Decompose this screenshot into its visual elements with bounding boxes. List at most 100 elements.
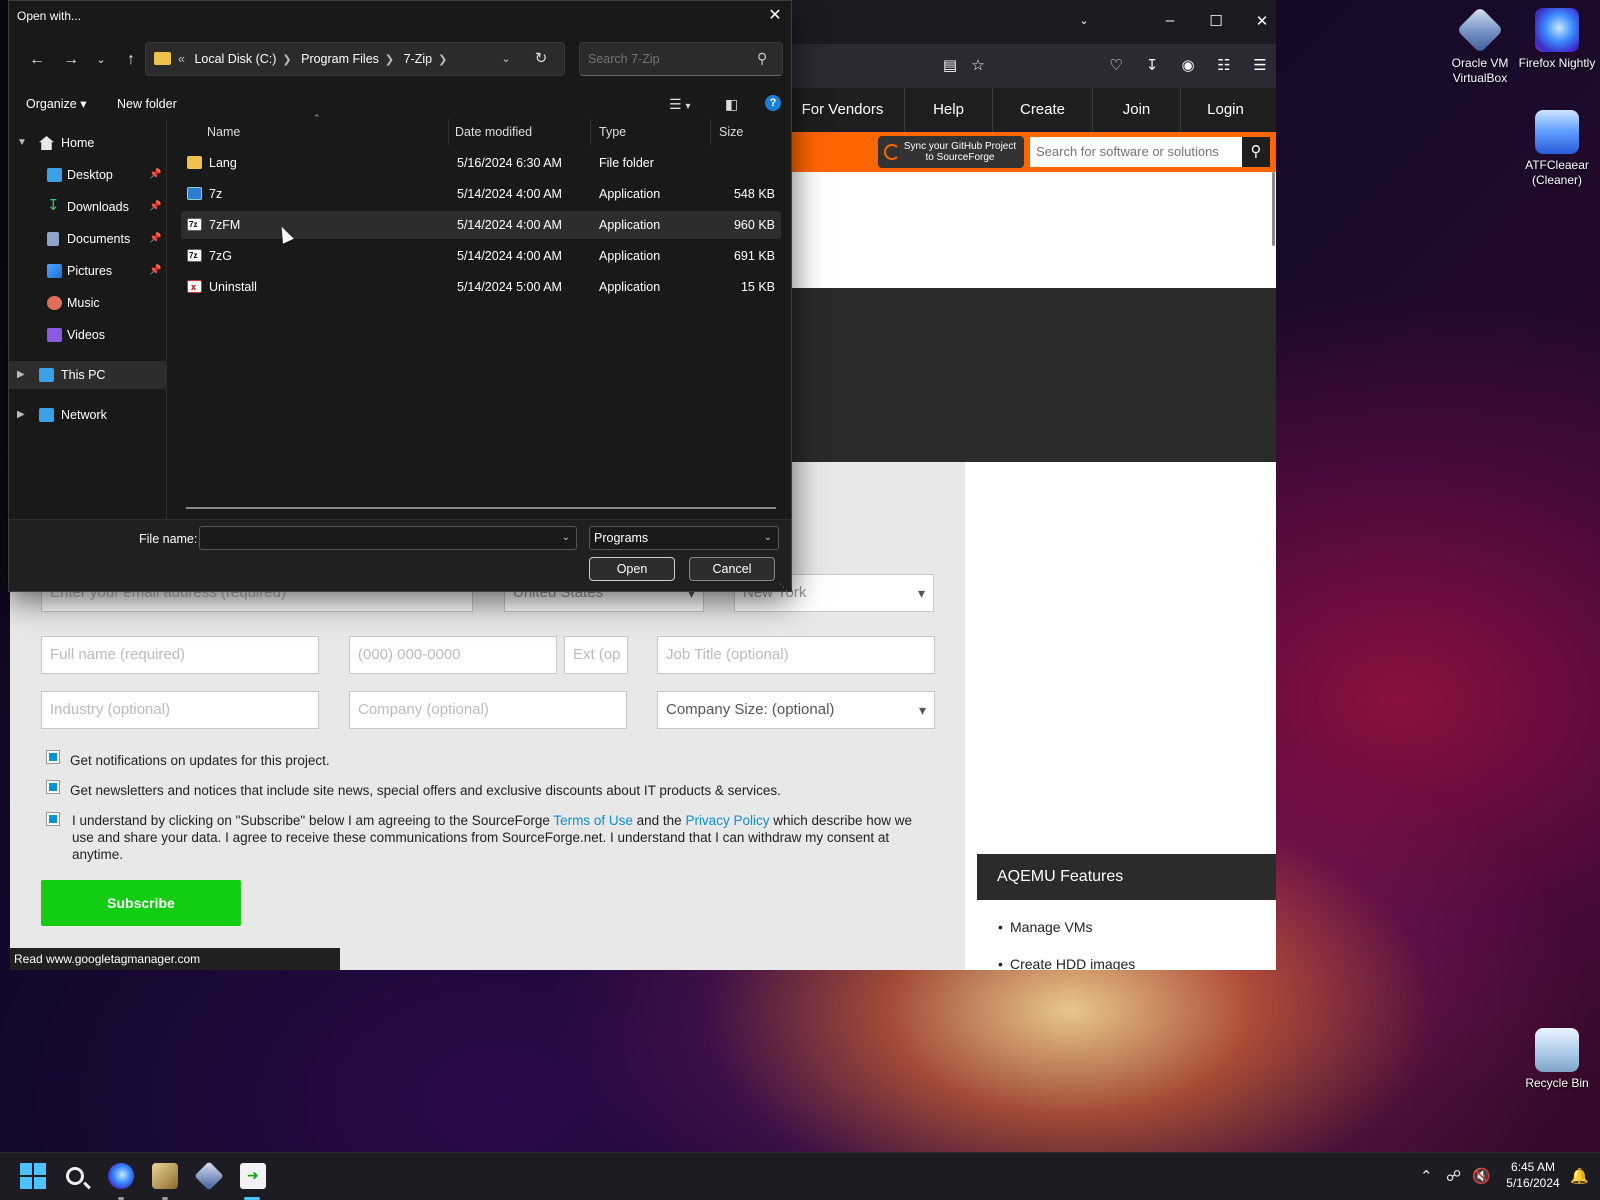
resize-grip-icon[interactable]: ⋱ xyxy=(779,582,788,591)
table-row[interactable]: 7zFM 5/14/2024 4:00 AM Application 960 K… xyxy=(181,211,781,239)
nav-help[interactable]: Help xyxy=(904,88,992,132)
chevron-up-icon[interactable]: ⌃ xyxy=(1420,1167,1433,1185)
fullname-field[interactable]: Full name (required) xyxy=(41,636,319,674)
nav-for-vendors[interactable]: For Vendors xyxy=(780,88,904,132)
desktop-icon-atfcleaner[interactable]: ATFCleaear (Cleaner) xyxy=(1517,110,1597,188)
search-input[interactable] xyxy=(579,42,783,76)
privacy-policy-link[interactable]: Privacy Policy xyxy=(685,813,769,828)
chevron-right-icon[interactable]: ❯ xyxy=(438,54,447,66)
phone-field[interactable]: (000) 000-0000 xyxy=(349,636,557,674)
table-row[interactable]: Lang 5/16/2024 6:30 AM File folder xyxy=(181,149,781,177)
nav-documents[interactable]: Documents 📌 xyxy=(9,225,167,253)
back-arrow-icon[interactable]: ← xyxy=(25,49,49,71)
company-size-select[interactable]: Company Size: (optional) xyxy=(657,691,935,729)
breadcrumb-overflow[interactable]: « xyxy=(178,52,185,66)
search-icon[interactable] xyxy=(66,1167,84,1185)
desktop-icon-virtualbox[interactable]: Oracle VM VirtualBox xyxy=(1440,6,1520,86)
refresh-icon[interactable]: ↻ xyxy=(526,43,556,75)
pin-icon[interactable]: 📌 xyxy=(149,257,161,285)
sync-github-button[interactable]: Sync your GitHub Project to SourceForge xyxy=(878,136,1024,168)
nav-desktop[interactable]: Desktop 📌 xyxy=(9,161,167,189)
nav-network[interactable]: ▶ Network xyxy=(9,401,167,429)
subscribe-button[interactable]: Subscribe xyxy=(41,880,241,926)
volume-muted-icon[interactable]: 🔇 xyxy=(1472,1167,1491,1185)
column-header-name[interactable]: Name xyxy=(195,119,449,145)
nav-this-pc[interactable]: ▶ This PC xyxy=(9,361,167,389)
chevron-right-icon[interactable]: ▶ xyxy=(17,361,25,389)
page-scrollbar[interactable] xyxy=(1272,172,1275,246)
account-icon[interactable]: ◉ xyxy=(1178,56,1198,74)
newsletters-checkbox[interactable] xyxy=(46,780,60,794)
organize-button[interactable]: Organize ▾ xyxy=(26,93,86,115)
preview-pane-icon[interactable]: ◧ xyxy=(725,93,738,115)
close-icon[interactable]: ✕ xyxy=(1252,12,1272,30)
chevron-down-icon[interactable]: ⌄ xyxy=(496,43,516,75)
chevron-right-icon[interactable]: ❯ xyxy=(385,54,394,66)
nav-downloads[interactable]: ↧ Downloads 📌 xyxy=(9,193,167,221)
close-icon[interactable]: ✕ xyxy=(763,5,787,29)
network-icon[interactable]: ☍ xyxy=(1446,1167,1461,1185)
job-title-field[interactable]: Job Title (optional) xyxy=(657,636,935,674)
chevron-down-icon[interactable]: ▼ xyxy=(17,129,27,157)
column-header-size[interactable]: Size xyxy=(709,119,785,145)
nav-join[interactable]: Join xyxy=(1092,88,1180,132)
chevron-down-icon[interactable]: ⌄ xyxy=(764,527,772,549)
column-header-type[interactable]: Type xyxy=(589,119,711,145)
color-picker-icon[interactable] xyxy=(152,1163,178,1189)
nav-pictures[interactable]: Pictures 📌 xyxy=(9,257,167,285)
recent-locations-icon[interactable]: ⌄ xyxy=(89,49,113,71)
breadcrumb-program-files[interactable]: Program Files xyxy=(301,52,379,66)
virtualbox-icon[interactable] xyxy=(194,1161,224,1191)
nav-videos[interactable]: Videos xyxy=(9,321,167,349)
clock[interactable]: 6:45 AM 5/16/2024 xyxy=(1500,1159,1566,1191)
pin-icon[interactable]: 📌 xyxy=(149,225,161,253)
nav-create[interactable]: Create xyxy=(992,88,1092,132)
consent-checkbox[interactable] xyxy=(46,812,60,826)
table-row[interactable]: 7zG 5/14/2024 4:00 AM Application 691 KB xyxy=(181,242,781,270)
chevron-down-icon[interactable]: ⌄ xyxy=(562,527,570,549)
help-icon[interactable]: ? xyxy=(765,95,781,111)
forward-arrow-icon[interactable]: → xyxy=(59,49,83,71)
table-row[interactable]: Uninstall 5/14/2024 5:00 AM Application … xyxy=(181,273,781,301)
view-options-icon[interactable]: ☰ ▾ xyxy=(669,93,690,115)
pin-icon[interactable]: 📌 xyxy=(149,161,161,189)
search-icon[interactable]: ⚲ xyxy=(757,50,767,67)
menu-icon[interactable]: ☰ xyxy=(1250,56,1270,74)
open-button[interactable]: Open xyxy=(589,557,675,581)
table-row[interactable]: 7z 5/14/2024 4:00 AM Application 548 KB xyxy=(181,180,781,208)
downloads-icon[interactable]: ↧ xyxy=(1142,56,1162,74)
site-search-input[interactable] xyxy=(1030,137,1242,167)
chevron-right-icon[interactable]: ❯ xyxy=(282,54,291,66)
search-icon[interactable]: ⚲ xyxy=(1242,137,1270,167)
start-icon[interactable] xyxy=(20,1163,46,1189)
firefox-icon[interactable] xyxy=(108,1163,134,1189)
breadcrumb-local-disk[interactable]: Local Disk (C:) xyxy=(194,52,276,66)
tab-list-icon[interactable]: ⌄ xyxy=(1074,14,1094,27)
nav-music[interactable]: Music xyxy=(9,289,167,317)
up-arrow-icon[interactable]: ↑ xyxy=(119,49,143,71)
nav-home[interactable]: ▼ Home xyxy=(9,129,167,157)
pocket-icon[interactable]: ♡ xyxy=(1106,56,1126,74)
company-field[interactable]: Company (optional) xyxy=(349,691,627,729)
address-bar[interactable]: « Local Disk (C:) ❯ Program Files ❯ 7-Zip ❯… xyxy=(145,42,565,76)
notifications-checkbox[interactable] xyxy=(46,750,60,764)
desktop-icon-recycle-bin[interactable]: Recycle Bin xyxy=(1517,1028,1597,1091)
bookmark-star-icon[interactable]: ☆ xyxy=(968,56,988,74)
nav-login[interactable]: Login xyxy=(1180,88,1270,132)
minimize-icon[interactable]: – xyxy=(1160,12,1180,29)
column-header-date[interactable]: Date modified xyxy=(445,119,591,145)
new-folder-button[interactable]: New folder xyxy=(117,93,177,115)
maximize-icon[interactable]: ☐ xyxy=(1206,12,1226,30)
chevron-right-icon[interactable]: ▶ xyxy=(17,401,25,429)
horizontal-scrollbar[interactable] xyxy=(186,507,776,509)
cancel-button[interactable]: Cancel xyxy=(689,557,775,581)
terms-of-use-link[interactable]: Terms of Use xyxy=(553,813,633,828)
file-name-input[interactable]: ⌄ xyxy=(199,526,577,550)
pin-icon[interactable]: 📌 xyxy=(149,193,161,221)
desktop-icon-firefox-nightly[interactable]: Firefox Nightly xyxy=(1517,8,1597,71)
notifications-icon[interactable]: 🔔 xyxy=(1570,1167,1589,1185)
industry-field[interactable]: Industry (optional) xyxy=(41,691,319,729)
reader-view-icon[interactable]: ▤ xyxy=(940,56,960,74)
open-with-app-icon[interactable] xyxy=(240,1163,266,1189)
breadcrumb-7zip[interactable]: 7-Zip xyxy=(404,52,432,66)
